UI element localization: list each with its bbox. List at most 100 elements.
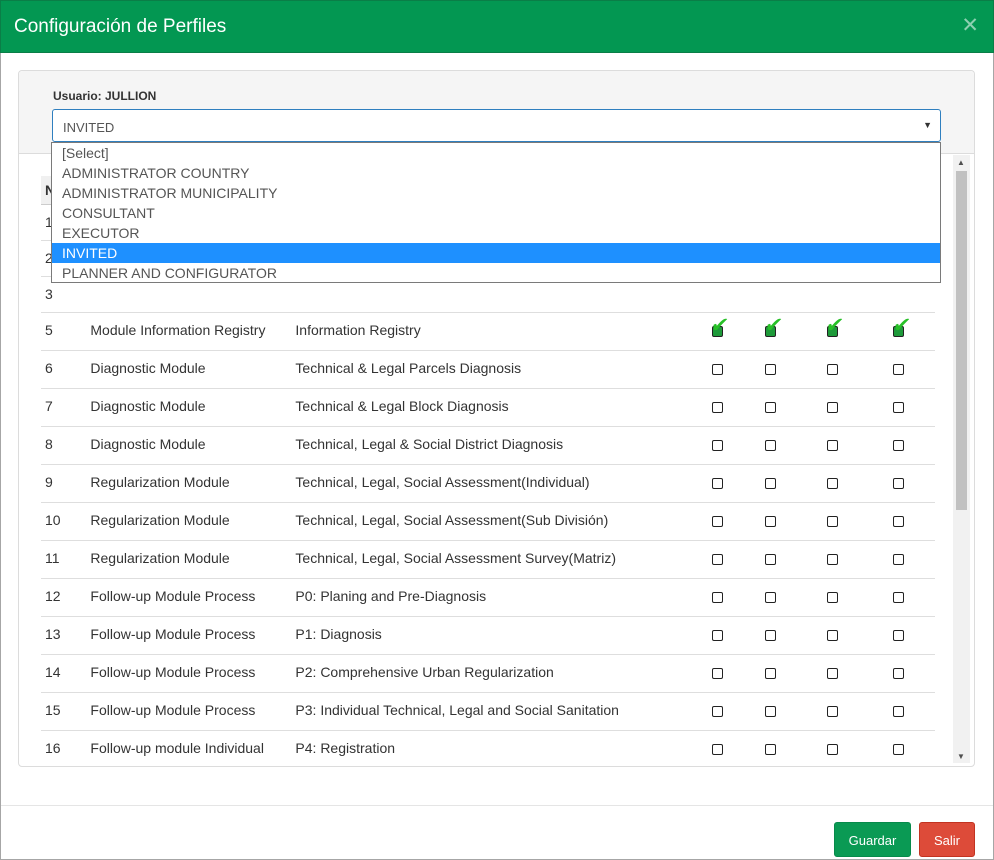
table-row: 9 Regularization Module Technical, Legal, … [41, 463, 935, 502]
permission-checkbox[interactable] [711, 705, 723, 717]
permission-checkbox[interactable] [826, 743, 838, 755]
permission-checkbox[interactable] [893, 705, 905, 717]
dropdown-option[interactable]: ADMINISTRATOR COUNTRY [52, 163, 940, 183]
permission-checkbox[interactable] [711, 363, 723, 375]
row-option: Technical, Legal, Social Assessment(Indi… [291, 463, 695, 502]
permission-checkbox[interactable] [765, 553, 777, 565]
permission-checkbox[interactable] [893, 553, 905, 565]
permission-checkbox[interactable] [765, 667, 777, 679]
permission-checkbox[interactable] [711, 439, 723, 451]
permission-checkbox[interactable] [826, 553, 838, 565]
permission-checkbox[interactable] [765, 629, 777, 641]
modal-header: Configuración de Perfiles ✕ [0, 0, 994, 53]
permission-checkbox[interactable] [765, 477, 777, 489]
profile-select-value: INVITED [63, 120, 115, 135]
permission-checkbox[interactable] [711, 667, 723, 679]
checkmark-icon: ✔ [763, 313, 784, 337]
exit-button[interactable]: Salir [919, 822, 975, 857]
permission-checkbox[interactable] [826, 629, 838, 641]
dropdown-option[interactable]: EXECUTOR [52, 223, 940, 243]
permission-checkbox[interactable] [826, 401, 838, 413]
table-row: 10 Regularization Module Technical, Legal,… [41, 501, 935, 540]
row-module: Follow-up Module Process [86, 577, 292, 616]
permission-checkbox[interactable] [765, 591, 777, 603]
table-scrollbar[interactable]: ▲ ▼ [953, 155, 970, 763]
permission-checkbox[interactable] [711, 591, 723, 603]
row-module: Diagnostic Module [86, 425, 292, 464]
permission-checkbox[interactable] [711, 629, 723, 641]
table-row: 14 Follow-up Module Process P2: Comprehens… [41, 653, 935, 692]
permission-checkbox[interactable] [765, 743, 777, 755]
row-option: P1: Diagnosis [291, 615, 695, 654]
permission-checkbox[interactable] [826, 515, 838, 527]
permission-checkbox[interactable] [711, 477, 723, 489]
permission-checkbox[interactable] [893, 743, 905, 755]
scrollbar-thumb[interactable] [956, 171, 967, 510]
row-option: P0: Planing and Pre-Diagnosis [291, 577, 695, 616]
row-module: Diagnostic Module [86, 387, 292, 426]
permission-checkbox[interactable] [893, 629, 905, 641]
checkmark-icon: ✔ [824, 313, 846, 337]
dropdown-option[interactable]: PLANNER AND CONFIGURATOR [52, 263, 940, 283]
permission-checkbox[interactable] [826, 363, 838, 375]
permission-checkbox[interactable] [826, 667, 838, 679]
dropdown-option[interactable]: CONSULTANT [52, 203, 940, 223]
row-option: Technical, Legal, Social Assessment Surv… [291, 539, 695, 578]
permission-checkbox[interactable] [826, 477, 838, 489]
permission-checkbox[interactable] [893, 401, 905, 413]
row-number: 7 [41, 387, 87, 426]
row-number: 11 [41, 539, 87, 578]
user-label: Usuario: JULLION [53, 89, 157, 103]
permission-checkbox[interactable] [893, 591, 905, 603]
table-row: 13 Follow-up Module Process P1: Diagnosis [41, 615, 935, 654]
row-option: Technical & Legal Parcels Diagnosis [291, 349, 695, 388]
dropdown-option[interactable]: [Select] [52, 143, 940, 163]
row-option: Technical, Legal & Social District Diagn… [291, 425, 695, 464]
row-number: 14 [41, 653, 87, 692]
dropdown-option[interactable]: INVITED [52, 243, 940, 263]
profile-select[interactable]: INVITED ▼ [52, 109, 941, 142]
permission-checkbox[interactable] [893, 667, 905, 679]
permission-checkbox[interactable] [765, 515, 777, 527]
row-option: P4: Registration [291, 729, 695, 764]
scroll-up-icon[interactable]: ▲ [957, 158, 965, 167]
permission-checkbox[interactable] [711, 553, 723, 565]
permission-checkbox[interactable] [765, 401, 777, 413]
table-row: 7 Diagnostic Module Technical & Legal Bloc… [41, 387, 935, 426]
row-module: Follow-up Module Process [86, 615, 292, 654]
permission-checkbox[interactable] [893, 515, 905, 527]
row-module: Follow-up Module Process [86, 691, 292, 730]
table-row: 5 Module Information Registry Information … [41, 311, 935, 350]
profile-dropdown-list: [Select] ADMINISTRATOR COUNTRY ADMINISTRAT… [51, 142, 941, 283]
table-row: 16Follow-up module Individual Regulariza… [41, 729, 935, 764]
row-option: Technical & Legal Block Diagnosis [291, 387, 695, 426]
permission-checkbox[interactable] [765, 363, 777, 375]
table-row: 8 Diagnostic Module Technical, Legal & Soc… [41, 425, 935, 464]
permission-checkbox[interactable] [765, 705, 777, 717]
permission-checkbox[interactable] [893, 363, 905, 375]
permission-checkbox[interactable] [765, 439, 777, 451]
save-button[interactable]: Guardar [834, 822, 911, 857]
row-number: 8 [41, 425, 87, 464]
scroll-down-icon[interactable]: ▼ [957, 752, 965, 761]
permission-checkbox[interactable] [893, 477, 905, 489]
permission-checkbox[interactable] [893, 439, 905, 451]
permission-checkbox[interactable] [711, 515, 723, 527]
permission-checkbox[interactable] [711, 401, 723, 413]
table-row: 6 Diagnostic Module Technical & Legal Parc… [41, 349, 935, 388]
row-module: Follow-up module Individual Regularizati… [86, 729, 292, 764]
permission-checkbox[interactable] [826, 591, 838, 603]
footer-divider [1, 805, 993, 806]
checkmark-icon: ✔ [709, 313, 731, 337]
close-icon[interactable]: ✕ [961, 15, 979, 36]
permission-checkbox[interactable] [826, 439, 838, 451]
row-module: Follow-up Module Process [86, 653, 292, 692]
permission-checkbox[interactable] [826, 705, 838, 717]
dropdown-option[interactable]: ADMINISTRATOR MUNICIPALITY [52, 183, 940, 203]
permission-checkbox[interactable] [711, 743, 723, 755]
row-module: Diagnostic Module [86, 349, 292, 388]
row-number: 13 [41, 615, 87, 654]
row-option: Information Registry [291, 311, 695, 350]
row-module: Regularization Module [86, 539, 292, 578]
row-number: 9 [41, 463, 87, 502]
